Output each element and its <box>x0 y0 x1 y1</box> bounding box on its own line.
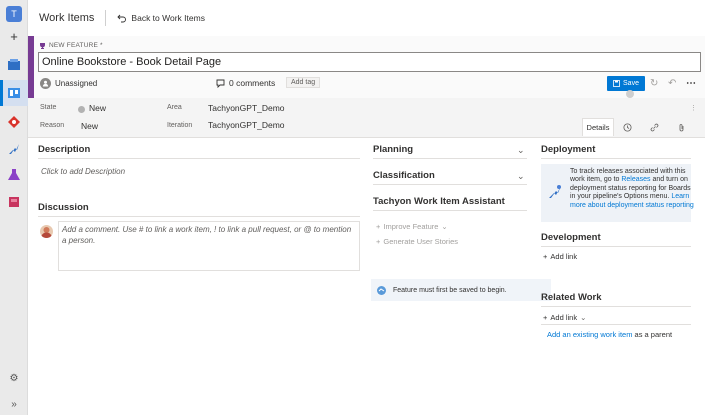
top-bar: Work Items Back to Work Items <box>28 0 705 36</box>
gear-icon[interactable]: ⚙ <box>4 368 24 388</box>
divider <box>38 216 360 217</box>
chevron-down-icon[interactable]: ⌄ <box>517 171 525 182</box>
assistant-icon <box>377 285 386 295</box>
title-input[interactable] <box>38 52 701 72</box>
related-work-title: Related Work <box>541 292 602 303</box>
chevron-down-icon: ⌄ <box>580 313 587 322</box>
assignee-label: Unassigned <box>55 79 98 88</box>
more-actions-icon[interactable]: ⋯ <box>686 78 696 89</box>
comment-icon <box>216 79 225 88</box>
deployment-title: Deployment <box>541 144 596 155</box>
assignee-picker[interactable]: Unassigned <box>40 78 97 89</box>
area-label: Area <box>167 104 182 111</box>
history-icon[interactable] <box>614 118 641 136</box>
generate-user-stories-button[interactable]: + Generate User Stories <box>376 237 458 246</box>
existing-work-item-link[interactable]: Add an existing work item <box>547 330 632 339</box>
trophy-icon <box>40 43 45 49</box>
add-tag-button[interactable]: Add tag <box>286 77 321 88</box>
avatar <box>40 225 53 238</box>
pipelines-icon[interactable] <box>4 139 24 159</box>
divider <box>105 10 107 26</box>
save-status-icon <box>626 90 634 98</box>
iteration-field[interactable]: TachyonGPT_Demo <box>208 120 285 130</box>
divider <box>541 324 691 325</box>
feature-color-bar <box>28 36 34 98</box>
discussion-title: Discussion <box>38 202 89 213</box>
plus-icon: + <box>543 252 548 261</box>
area-field[interactable]: TachyonGPT_Demo <box>208 103 285 113</box>
back-to-work-items-link[interactable]: Back to Work Items <box>117 13 205 23</box>
type-label: NEW FEATURE * <box>49 42 103 49</box>
org-initial: T <box>6 6 22 22</box>
divider <box>38 158 360 159</box>
work-item-type: NEW FEATURE * <box>39 42 103 49</box>
deployment-text: To track releases associated with this w… <box>570 168 694 210</box>
improve-feature-label: Improve Feature <box>383 222 439 231</box>
divider <box>373 184 527 185</box>
planning-title[interactable]: Planning <box>373 144 413 155</box>
chevron-down-icon: ⌄ <box>441 222 448 231</box>
save-first-notice: Feature must first be saved to begin. <box>371 279 551 301</box>
development-add-link-button[interactable]: + Add link <box>543 252 577 261</box>
plus-icon: + <box>543 313 548 322</box>
add-icon[interactable]: + <box>4 26 24 46</box>
rocket-icon <box>546 183 564 203</box>
iteration-label: Iteration <box>167 122 193 129</box>
classification-title[interactable]: Classification <box>373 170 435 181</box>
add-link-label: Add link <box>550 252 578 261</box>
refresh-icon[interactable]: ↻ <box>650 78 658 89</box>
overview-icon[interactable] <box>4 55 24 75</box>
as-parent-text: as a parent <box>632 330 673 339</box>
state-label: State <box>40 104 57 111</box>
kebab-icon[interactable]: ⋮ <box>690 104 697 112</box>
repos-icon[interactable] <box>4 112 24 132</box>
user-icon <box>40 78 51 89</box>
existing-item-parent: Add an existing work item as a parent <box>547 330 672 339</box>
page-title: Work Items <box>39 12 95 24</box>
related-add-link-button[interactable]: + Add link ⌄ <box>543 313 586 322</box>
reason-label: Reason <box>40 122 65 129</box>
back-label: Back to Work Items <box>131 13 205 23</box>
releases-link[interactable]: Releases <box>621 176 650 183</box>
add-link-label: Add link <box>550 313 578 322</box>
plus-icon: + <box>376 237 381 246</box>
left-nav-rail: T + ⚙ » <box>0 0 28 415</box>
comment-placeholder: Add a comment. Use # to link a work item… <box>62 225 352 245</box>
test-plans-icon[interactable] <box>4 165 24 185</box>
artifacts-icon[interactable] <box>4 192 24 212</box>
divider <box>373 210 527 211</box>
generate-stories-label: Generate User Stories <box>383 237 459 246</box>
plus-icon: + <box>376 222 381 231</box>
attachment-icon[interactable] <box>668 118 695 136</box>
undo-icon[interactable]: ↶ <box>668 78 676 89</box>
state-dot-icon <box>78 106 85 113</box>
development-title: Development <box>541 232 601 243</box>
reason-field[interactable]: New <box>81 121 98 131</box>
save-label: Save <box>623 80 639 87</box>
org-avatar[interactable]: T <box>4 4 24 24</box>
divider <box>541 306 691 307</box>
link-icon[interactable] <box>641 118 668 136</box>
assistant-title: Tachyon Work Item Assistant <box>373 196 505 207</box>
description-title: Description <box>38 144 91 155</box>
tab-details[interactable]: Details <box>582 118 614 136</box>
comments-count[interactable]: 0 comments <box>216 78 275 88</box>
back-arrow-icon <box>117 14 127 22</box>
double-chevron-icon[interactable]: » <box>4 394 24 414</box>
save-button[interactable]: Save <box>607 76 645 91</box>
state-field[interactable]: New <box>89 103 106 113</box>
boards-icon[interactable] <box>4 83 24 103</box>
notice-text: Feature must first be saved to begin. <box>393 286 507 294</box>
divider <box>541 158 691 159</box>
description-field[interactable]: Click to add Description <box>41 167 125 176</box>
chevron-down-icon[interactable]: ⌄ <box>517 145 525 156</box>
tab-bar: Details <box>582 118 695 136</box>
improve-feature-button[interactable]: + Improve Feature ⌄ <box>376 222 448 231</box>
divider <box>541 246 691 247</box>
comments-label: 0 comments <box>229 78 276 88</box>
save-icon <box>613 80 620 87</box>
divider <box>373 158 527 159</box>
